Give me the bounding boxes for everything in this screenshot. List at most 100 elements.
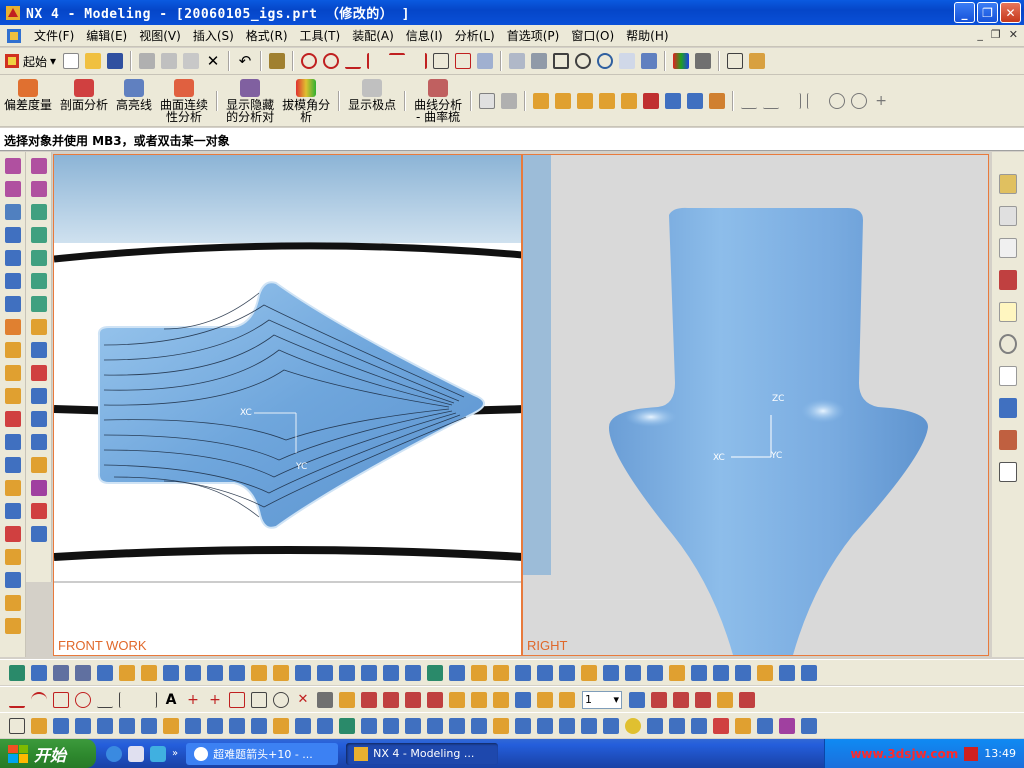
feature-icon-9[interactable]: [4, 342, 21, 358]
nx-menu-icon[interactable]: [6, 28, 22, 44]
object-display-icon[interactable]: [53, 717, 69, 734]
show-icon[interactable]: [97, 717, 113, 734]
wcs-save-icon[interactable]: [739, 691, 755, 708]
show-poles-button[interactable]: 显示极点: [348, 76, 396, 126]
hole-icon[interactable]: [119, 664, 135, 681]
deviation-gauge-button[interactable]: 偏差度量: [4, 76, 52, 126]
intersection-icon[interactable]: ✕: [295, 692, 311, 708]
rebend-icon[interactable]: [603, 717, 619, 734]
surface-icon-9[interactable]: [30, 342, 47, 358]
paste-icon[interactable]: [183, 53, 200, 69]
face-blend-icon[interactable]: [757, 664, 773, 681]
taskbar-item-nx[interactable]: NX 4 - Modeling ...: [346, 742, 499, 765]
copy-icon[interactable]: [161, 53, 178, 69]
show-hidden-analysis-button[interactable]: 显示隐藏 的分析对: [226, 76, 274, 126]
surface-icon-4[interactable]: [30, 227, 47, 243]
assembly-navigator-icon[interactable]: [999, 174, 1017, 194]
ellipse-icon[interactable]: [273, 691, 289, 708]
plus-point-icon[interactable]: +: [185, 692, 201, 708]
wcs-rotate-icon[interactable]: [673, 691, 689, 708]
clock-icon[interactable]: [999, 334, 1017, 354]
close-button[interactable]: ✕: [1000, 2, 1021, 23]
taskbar-item-browser[interactable]: 超难题箭头+10 - ...: [186, 742, 339, 765]
feature-icon-10[interactable]: [4, 365, 21, 381]
feature-icon-12[interactable]: [4, 411, 21, 427]
cone-icon[interactable]: [75, 664, 91, 681]
unite-icon[interactable]: [515, 664, 531, 681]
internet-explorer-icon[interactable]: [106, 745, 122, 762]
menu-file[interactable]: 文件(F): [28, 27, 80, 44]
new-file-icon[interactable]: [63, 53, 80, 69]
spline-2-icon[interactable]: [97, 692, 113, 708]
feature-icon-19[interactable]: [4, 572, 21, 588]
trim-body-icon[interactable]: [361, 664, 377, 681]
measure-angle-icon[interactable]: [749, 53, 766, 69]
extrude-icon[interactable]: [9, 664, 25, 681]
pad-icon[interactable]: [185, 664, 201, 681]
viewport-front-work[interactable]: XC YC FRONT WORK: [53, 154, 522, 656]
feature-icon-7[interactable]: [4, 296, 21, 312]
blend-icon[interactable]: [251, 664, 267, 681]
combined-project-icon[interactable]: [405, 691, 421, 708]
expression-icon[interactable]: [31, 717, 47, 734]
chamfer-icon[interactable]: [273, 664, 289, 681]
edit-params-icon[interactable]: [471, 691, 487, 708]
sketch-icon[interactable]: [477, 53, 494, 69]
mirror-icon[interactable]: [665, 92, 682, 109]
menu-window[interactable]: 窗口(O): [565, 27, 620, 44]
surface-icon-3[interactable]: [30, 204, 47, 220]
feature-icon-3[interactable]: [4, 204, 21, 220]
menu-insert[interactable]: 插入(S): [187, 27, 240, 44]
menu-preferences[interactable]: 首选项(P): [501, 27, 566, 44]
surface-tool-5-icon[interactable]: [621, 92, 638, 109]
surface-icon-5[interactable]: [30, 250, 47, 266]
through-mesh-icon[interactable]: [603, 664, 619, 681]
mesh-icon[interactable]: [339, 717, 355, 734]
replace-face-icon[interactable]: [449, 717, 465, 734]
tube-icon[interactable]: [317, 717, 333, 734]
through-curves-icon[interactable]: [581, 664, 597, 681]
zoom-icon[interactable]: [553, 53, 570, 69]
n-sided-icon[interactable]: [669, 664, 685, 681]
law-curve-icon[interactable]: [141, 691, 157, 708]
camera-icon[interactable]: [647, 717, 663, 734]
menu-help[interactable]: 帮助(H): [620, 27, 674, 44]
save-icon[interactable]: [107, 53, 124, 69]
feature-icon-20[interactable]: [4, 595, 21, 611]
pan-icon[interactable]: [619, 53, 636, 69]
magnify-icon[interactable]: [575, 53, 592, 69]
surface-tool-1-icon[interactable]: [533, 92, 550, 109]
rotate-icon[interactable]: [597, 53, 614, 69]
instance-icon[interactable]: [383, 717, 399, 734]
hide-icon[interactable]: [75, 717, 91, 734]
quick-launch-expand-icon[interactable]: »: [172, 748, 178, 759]
unbend-icon[interactable]: [581, 717, 597, 734]
revolve-icon[interactable]: [295, 717, 311, 734]
surface-tool-2-icon[interactable]: [555, 92, 572, 109]
surface-icon-8[interactable]: [30, 319, 47, 335]
wave-icon[interactable]: [361, 717, 377, 734]
menu-format[interactable]: 格式(R): [240, 27, 294, 44]
block-icon[interactable]: [31, 664, 47, 681]
help-icon[interactable]: [999, 302, 1017, 322]
clock-text[interactable]: 13:49: [984, 747, 1016, 760]
mdi-restore-button[interactable]: ❐: [991, 28, 1001, 41]
line-2-icon[interactable]: [763, 93, 780, 109]
point-constructor-icon[interactable]: [53, 691, 69, 708]
feature-icon-17[interactable]: [4, 526, 21, 542]
document-icon[interactable]: [999, 366, 1017, 386]
split-body-icon[interactable]: [383, 664, 399, 681]
curvature-comb-button[interactable]: 曲线分析 - 曲率梳: [414, 76, 462, 126]
lightbulb-icon[interactable]: [625, 717, 641, 734]
blank-page-icon[interactable]: [999, 462, 1017, 482]
offset-curve-icon[interactable]: [367, 53, 383, 69]
bounded-plane-icon[interactable]: [735, 664, 751, 681]
delete-icon[interactable]: ✕: [205, 53, 221, 69]
menu-analysis[interactable]: 分析(L): [449, 27, 501, 44]
slot-icon[interactable]: [207, 664, 223, 681]
table-icon[interactable]: [9, 717, 25, 734]
draft-icon[interactable]: [317, 664, 333, 681]
datum-csys-icon[interactable]: [251, 717, 267, 734]
show-all-icon[interactable]: [119, 717, 135, 734]
surface-icon-10[interactable]: [30, 365, 47, 381]
